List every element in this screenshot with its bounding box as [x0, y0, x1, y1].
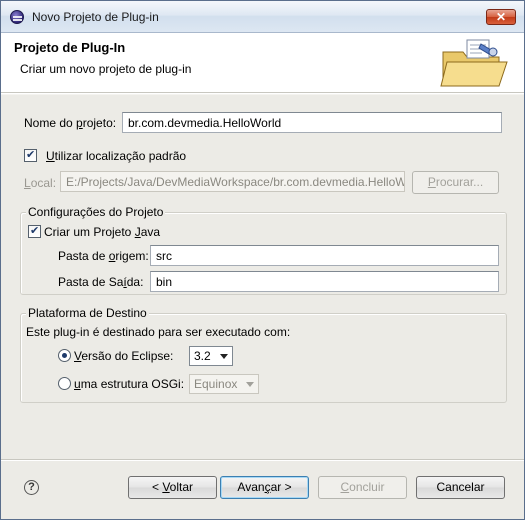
banner-separator — [1, 93, 524, 95]
chevron-down-icon — [246, 382, 254, 387]
plugin-folder-icon — [440, 39, 508, 87]
target-platform-title: Plataforma de Destino — [26, 306, 149, 320]
wizard-banner: Projeto de Plug-In Criar um novo projeto… — [1, 33, 524, 93]
osgi-framework-value: Equinox — [194, 377, 238, 391]
window-title: Novo Projeto de Plug-in — [32, 10, 159, 24]
eclipse-version-radio[interactable] — [58, 349, 71, 362]
close-button[interactable]: ✕ — [486, 9, 516, 25]
output-folder-input[interactable]: bin — [150, 271, 499, 292]
back-button[interactable]: < Voltar — [128, 476, 217, 499]
banner-title: Projeto de Plug-In — [14, 40, 126, 55]
create-java-project-label[interactable]: Criar um Projeto Java — [44, 225, 160, 239]
help-icon[interactable]: ? — [24, 480, 39, 495]
cancel-button[interactable]: Cancelar — [416, 476, 505, 499]
use-default-location-label[interactable]: Utilizar localização padrão — [46, 149, 186, 163]
location-label: Local: — [24, 176, 57, 190]
browse-button[interactable]: Procurar... — [412, 171, 499, 194]
finish-button[interactable]: Concluir — [318, 476, 407, 499]
osgi-framework-select[interactable]: Equinox — [189, 374, 259, 394]
output-folder-label: Pasta de Saída: — [58, 275, 144, 289]
banner-description: Criar um novo projeto de plug-in — [20, 62, 192, 76]
source-folder-input[interactable]: src — [150, 245, 499, 266]
title-bar[interactable]: Novo Projeto de Plug-in ✕ — [1, 1, 524, 33]
osgi-framework-radio[interactable] — [58, 377, 71, 390]
project-name-label: Nome do projeto: — [24, 116, 117, 130]
project-settings-title: Configurações do Projeto — [26, 205, 166, 219]
footer-separator — [1, 459, 524, 461]
chevron-down-icon — [220, 354, 228, 359]
eclipse-version-label[interactable]: Versão do Eclipse: — [74, 349, 173, 363]
eclipse-icon — [10, 10, 24, 24]
use-default-location-checkbox[interactable] — [24, 148, 37, 162]
plugin-wizard-window: Novo Projeto de Plug-in ✕ Projeto de Plu… — [0, 0, 525, 520]
osgi-framework-label[interactable]: uma estrutura OSGi: — [74, 377, 184, 391]
eclipse-version-value: 3.2 — [194, 349, 211, 363]
project-name-input[interactable]: br.com.devmedia.HelloWorld — [122, 112, 502, 133]
target-platform-intro: Este plug-in é destinado para ser execut… — [26, 325, 291, 339]
eclipse-version-select[interactable]: 3.2 — [189, 346, 233, 366]
next-button[interactable]: Avançar > — [220, 476, 309, 499]
location-input[interactable]: E:/Projects/Java/DevMediaWorkspace/br.co… — [60, 171, 405, 192]
source-folder-label: Pasta de origem: — [58, 249, 149, 263]
create-java-project-checkbox[interactable] — [28, 224, 41, 238]
